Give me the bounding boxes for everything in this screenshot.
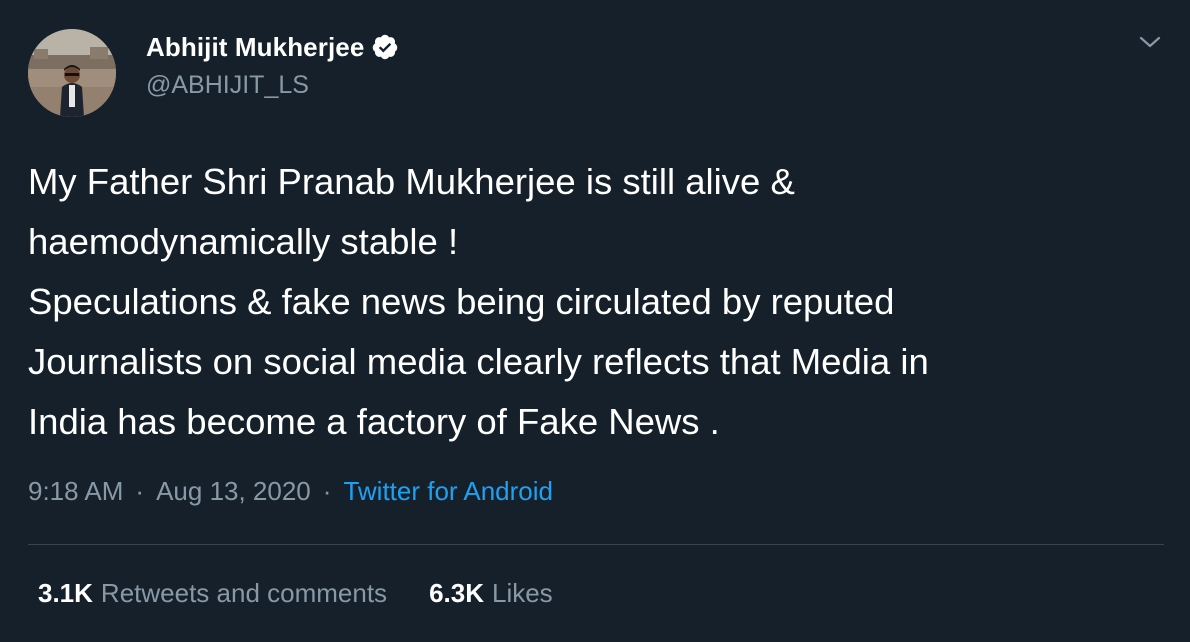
- chevron-down-icon[interactable]: [1136, 30, 1164, 54]
- retweets-stat[interactable]: 3.1K Retweets and comments: [38, 578, 387, 609]
- tweet-time[interactable]: 9:18 AM: [28, 476, 123, 507]
- meta-separator: ·: [322, 476, 332, 506]
- divider: [28, 544, 1164, 545]
- tweet-date[interactable]: Aug 13, 2020: [156, 476, 311, 507]
- avatar-photo: [28, 29, 116, 117]
- avatar[interactable]: [28, 29, 116, 117]
- meta-separator: ·: [135, 476, 145, 506]
- tweet-text: My Father Shri Pranab Mukherjee is still…: [28, 161, 929, 442]
- retweets-label: Retweets and comments: [100, 578, 388, 608]
- tweet-stats: 3.1K Retweets and comments 6.3K Likes: [38, 578, 553, 609]
- likes-stat[interactable]: 6.3K Likes: [429, 578, 553, 609]
- likes-label: Likes: [491, 578, 553, 608]
- retweets-count: 3.1K: [38, 578, 93, 608]
- tweet-meta: 9:18 AM · Aug 13, 2020 · Twitter for And…: [28, 476, 553, 507]
- author-handle[interactable]: @ABHIJIT_LS: [146, 71, 309, 100]
- author-display-name[interactable]: Abhijit Mukherjee: [146, 32, 364, 63]
- author-name-row[interactable]: Abhijit Mukherjee: [146, 30, 399, 64]
- verified-badge-icon: [371, 33, 399, 61]
- likes-count: 6.3K: [429, 578, 484, 608]
- tweet-card: Abhijit Mukherjee @ABHIJIT_LS My Father …: [0, 0, 1190, 642]
- tweet-source-link[interactable]: Twitter for Android: [343, 476, 553, 507]
